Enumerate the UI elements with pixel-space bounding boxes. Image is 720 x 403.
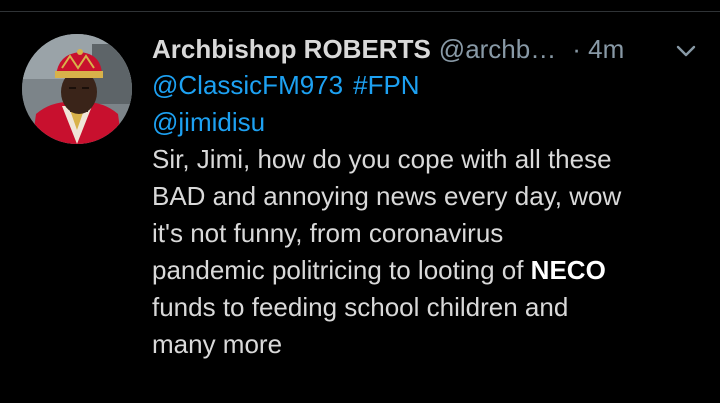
hashtag-fpn[interactable]: #FPN — [353, 70, 419, 100]
user-handle[interactable]: @archb… — [439, 34, 556, 65]
tweet-line-2: @jimidisu — [152, 104, 697, 141]
body-line-2: BAD and annoying news every day, wow — [152, 181, 622, 211]
tweet-content: Archbishop ROBERTS @archb… · 4m @Classic… — [152, 28, 697, 363]
body-line-1: Sir, Jimi, how do you cope with all thes… — [152, 144, 612, 174]
tweet[interactable]: Archbishop ROBERTS @archb… · 4m @Classic… — [0, 0, 720, 403]
avatar[interactable] — [22, 34, 132, 144]
tweet-text: @ClassicFM973 #FPN @jimidisu Sir, Jimi, h… — [152, 67, 697, 363]
body-line-3: it's not funny, from coronavirus — [152, 218, 504, 248]
display-name[interactable]: Archbishop ROBERTS — [152, 34, 431, 65]
tweet-header: Archbishop ROBERTS @archb… · 4m — [152, 28, 697, 70]
body-line-6: many more — [152, 329, 283, 359]
chevron-down-icon[interactable] — [675, 38, 697, 60]
mention-classicfm[interactable]: @ClassicFM973 — [152, 70, 343, 100]
body-line-5: funds to feeding school children and — [152, 292, 569, 322]
tweet-line-1: @ClassicFM973 #FPN — [152, 67, 697, 104]
timestamp[interactable]: · 4m — [572, 34, 624, 65]
body-line-4: pandemic politricing to looting of NECO — [152, 252, 697, 289]
body-line-4-text: pandemic politricing to looting of — [152, 255, 531, 285]
body-bold-neco: NECO — [530, 255, 606, 285]
mention-jimidisu[interactable]: @jimidisu — [152, 107, 265, 137]
avatar-photo — [22, 34, 132, 144]
